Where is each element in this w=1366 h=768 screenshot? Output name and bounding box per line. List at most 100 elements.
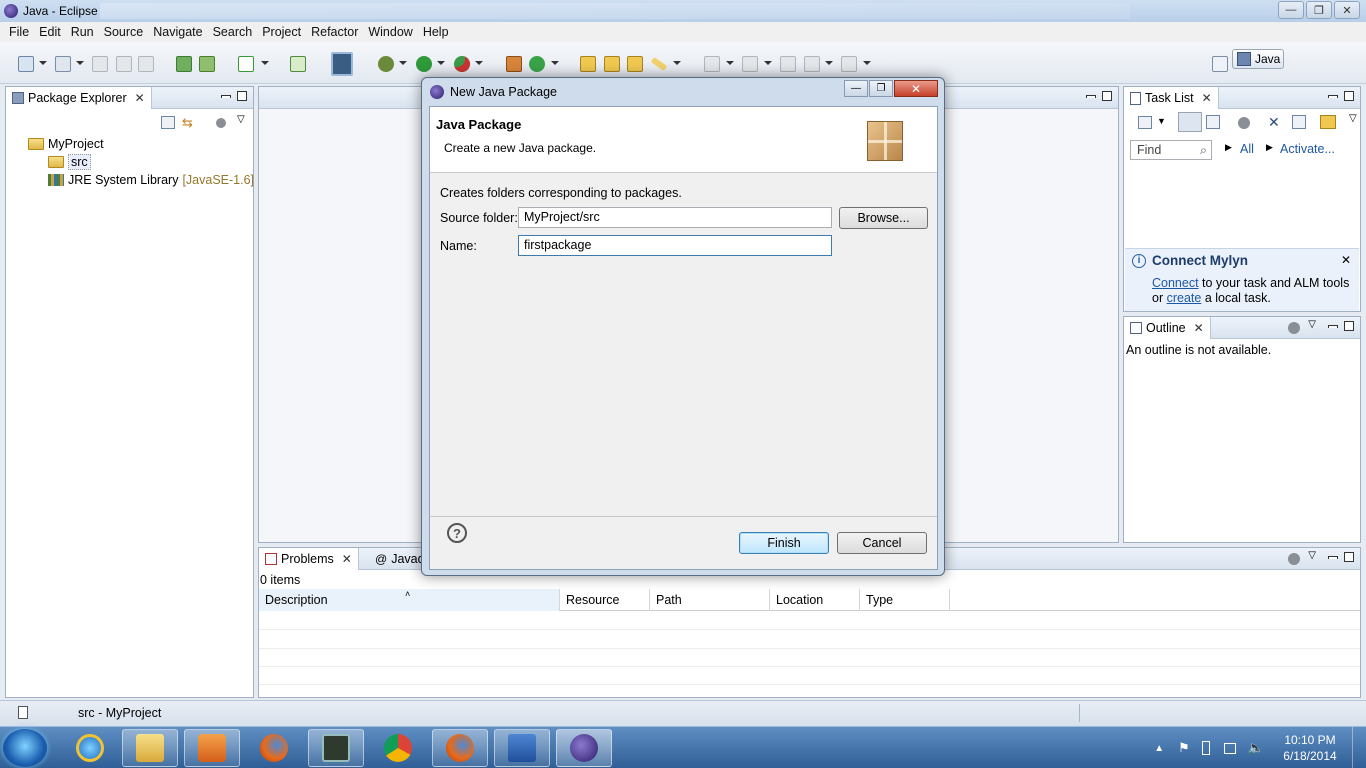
create-link[interactable]: create xyxy=(1167,291,1202,305)
close-mylyn-icon[interactable]: ✕ xyxy=(1341,253,1351,267)
maximize-view-button[interactable] xyxy=(1344,91,1354,101)
menu-refactor[interactable]: Refactor xyxy=(306,25,363,39)
menu-navigate[interactable]: Navigate xyxy=(148,25,207,39)
back-dropdown-icon[interactable] xyxy=(825,61,833,65)
close-icon[interactable]: ✕ xyxy=(1202,91,1212,105)
debug-icon[interactable] xyxy=(378,56,394,72)
tab-problems[interactable]: Problems ✕ xyxy=(259,548,359,570)
source-folder-input[interactable]: MyProject/src xyxy=(518,207,832,228)
new-file-icon[interactable] xyxy=(55,56,71,72)
all-link[interactable]: All xyxy=(1240,142,1254,156)
new-class-icon[interactable] xyxy=(529,56,545,72)
forward-icon[interactable] xyxy=(841,56,857,72)
dialog-maximize-button[interactable]: ❐ xyxy=(869,80,893,97)
view-dropdown-icon[interactable]: ▽ xyxy=(1308,550,1316,561)
previous-annotation-icon[interactable] xyxy=(742,56,758,72)
view-dropdown-icon[interactable]: ▽ xyxy=(237,114,245,125)
find-input[interactable]: Find ⌕ xyxy=(1130,140,1212,160)
show-hidden-icons-icon[interactable]: ▲ xyxy=(1154,743,1164,754)
show-desktop-button[interactable] xyxy=(1352,727,1366,768)
print-icon[interactable] xyxy=(138,56,154,72)
minimize-view-button[interactable] xyxy=(221,95,231,98)
action-center-icon[interactable]: ⚑ xyxy=(1178,740,1190,756)
help-icon[interactable]: ? xyxy=(447,523,467,543)
menu-edit[interactable]: Edit xyxy=(34,25,66,39)
maximize-editor-button[interactable] xyxy=(1102,91,1112,101)
import-icon[interactable] xyxy=(176,56,192,72)
link-editor-icon[interactable]: ⇆ xyxy=(182,116,198,129)
dialog-close-button[interactable]: ✕ xyxy=(894,80,938,97)
task-dropdown-icon[interactable] xyxy=(261,61,269,65)
menu-source[interactable]: Source xyxy=(99,25,149,39)
tree-item-src[interactable]: src xyxy=(48,153,91,171)
tab-package-explorer[interactable]: Package Explorer ✕ xyxy=(6,87,152,109)
focus-icon[interactable] xyxy=(1288,322,1300,334)
next-annotation-dropdown-icon[interactable] xyxy=(726,61,734,65)
new-dropdown-icon[interactable] xyxy=(39,61,47,65)
pen-icon[interactable] xyxy=(650,56,668,72)
clock[interactable]: 10:10 PM 6/18/2014 xyxy=(1274,732,1346,764)
categorized-icon[interactable] xyxy=(1178,112,1202,132)
column-location[interactable]: Location xyxy=(770,589,860,611)
minimize-editor-button[interactable] xyxy=(1086,95,1096,98)
connect-link[interactable]: Connect xyxy=(1152,276,1199,290)
collapse-tasks-icon[interactable] xyxy=(1292,115,1306,129)
menu-window[interactable]: Window xyxy=(363,25,417,39)
start-button[interactable] xyxy=(3,729,47,767)
tree-item-myproject[interactable]: MyProject xyxy=(28,135,104,153)
close-icon[interactable]: ✕ xyxy=(135,91,145,105)
activate-link[interactable]: Activate... xyxy=(1280,142,1335,156)
sync-icon[interactable] xyxy=(1320,115,1336,129)
new-file-dropdown-icon[interactable] xyxy=(76,61,84,65)
menu-help[interactable]: Help xyxy=(418,25,454,39)
device-icon[interactable] xyxy=(331,52,353,76)
terminal-taskbar-button[interactable] xyxy=(308,729,364,767)
search-icon[interactable] xyxy=(627,56,643,72)
maximize-view-button[interactable] xyxy=(1344,321,1354,331)
minimize-button[interactable]: — xyxy=(1278,1,1304,19)
last-edit-icon[interactable] xyxy=(780,56,796,72)
maximize-view-button[interactable] xyxy=(1344,552,1354,562)
package-name-input[interactable]: firstpackage xyxy=(518,235,832,256)
view-menu-icon[interactable] xyxy=(216,118,226,128)
fast-view-icon[interactable] xyxy=(18,706,28,719)
firefox-taskbar-button[interactable] xyxy=(246,729,302,767)
battery-icon[interactable] xyxy=(1201,741,1210,755)
column-description[interactable]: Description ˄ xyxy=(259,589,560,611)
menu-file[interactable]: File xyxy=(4,25,34,39)
next-annotation-icon[interactable] xyxy=(704,56,720,72)
close-icon[interactable]: ✕ xyxy=(1194,321,1204,335)
focus-icon[interactable] xyxy=(1238,117,1250,129)
minimize-view-button[interactable] xyxy=(1328,325,1338,328)
java-perspective-button[interactable]: Java xyxy=(1232,49,1284,69)
minimize-view-button[interactable] xyxy=(1328,95,1338,98)
pen-dropdown-icon[interactable] xyxy=(673,61,681,65)
collapse-all-icon[interactable] xyxy=(161,116,175,129)
new-class-dropdown-icon[interactable] xyxy=(551,61,559,65)
column-type[interactable]: Type xyxy=(860,589,950,611)
column-resource[interactable]: Resource xyxy=(560,589,650,611)
minimize-view-button[interactable] xyxy=(1328,556,1338,559)
previous-annotation-dropdown-icon[interactable] xyxy=(764,61,772,65)
menu-search[interactable]: Search xyxy=(208,25,258,39)
menu-project[interactable]: Project xyxy=(257,25,306,39)
save-all-icon[interactable] xyxy=(116,56,132,72)
external-tools-dropdown-icon[interactable] xyxy=(475,61,483,65)
word-taskbar-button[interactable] xyxy=(494,729,550,767)
tab-task-list[interactable]: Task List ✕ xyxy=(1124,87,1219,109)
firefox-window-taskbar-button[interactable] xyxy=(432,729,488,767)
browse-button[interactable]: Browse... xyxy=(839,207,928,229)
run-icon[interactable] xyxy=(416,56,432,72)
open-task-icon[interactable] xyxy=(604,56,620,72)
finish-button[interactable]: Finish xyxy=(739,532,829,554)
close-icon[interactable]: ✕ xyxy=(342,552,352,566)
menu-run[interactable]: Run xyxy=(66,25,99,39)
debug-dropdown-icon[interactable] xyxy=(399,61,407,65)
forward-dropdown-icon[interactable] xyxy=(863,61,871,65)
new-task-icon[interactable] xyxy=(1138,116,1152,129)
scheduled-icon[interactable] xyxy=(1206,115,1220,129)
tab-outline[interactable]: Outline ✕ xyxy=(1124,317,1211,339)
open-type-icon[interactable] xyxy=(580,56,596,72)
maximize-view-button[interactable] xyxy=(237,91,247,101)
close-button[interactable]: ✕ xyxy=(1334,1,1360,19)
